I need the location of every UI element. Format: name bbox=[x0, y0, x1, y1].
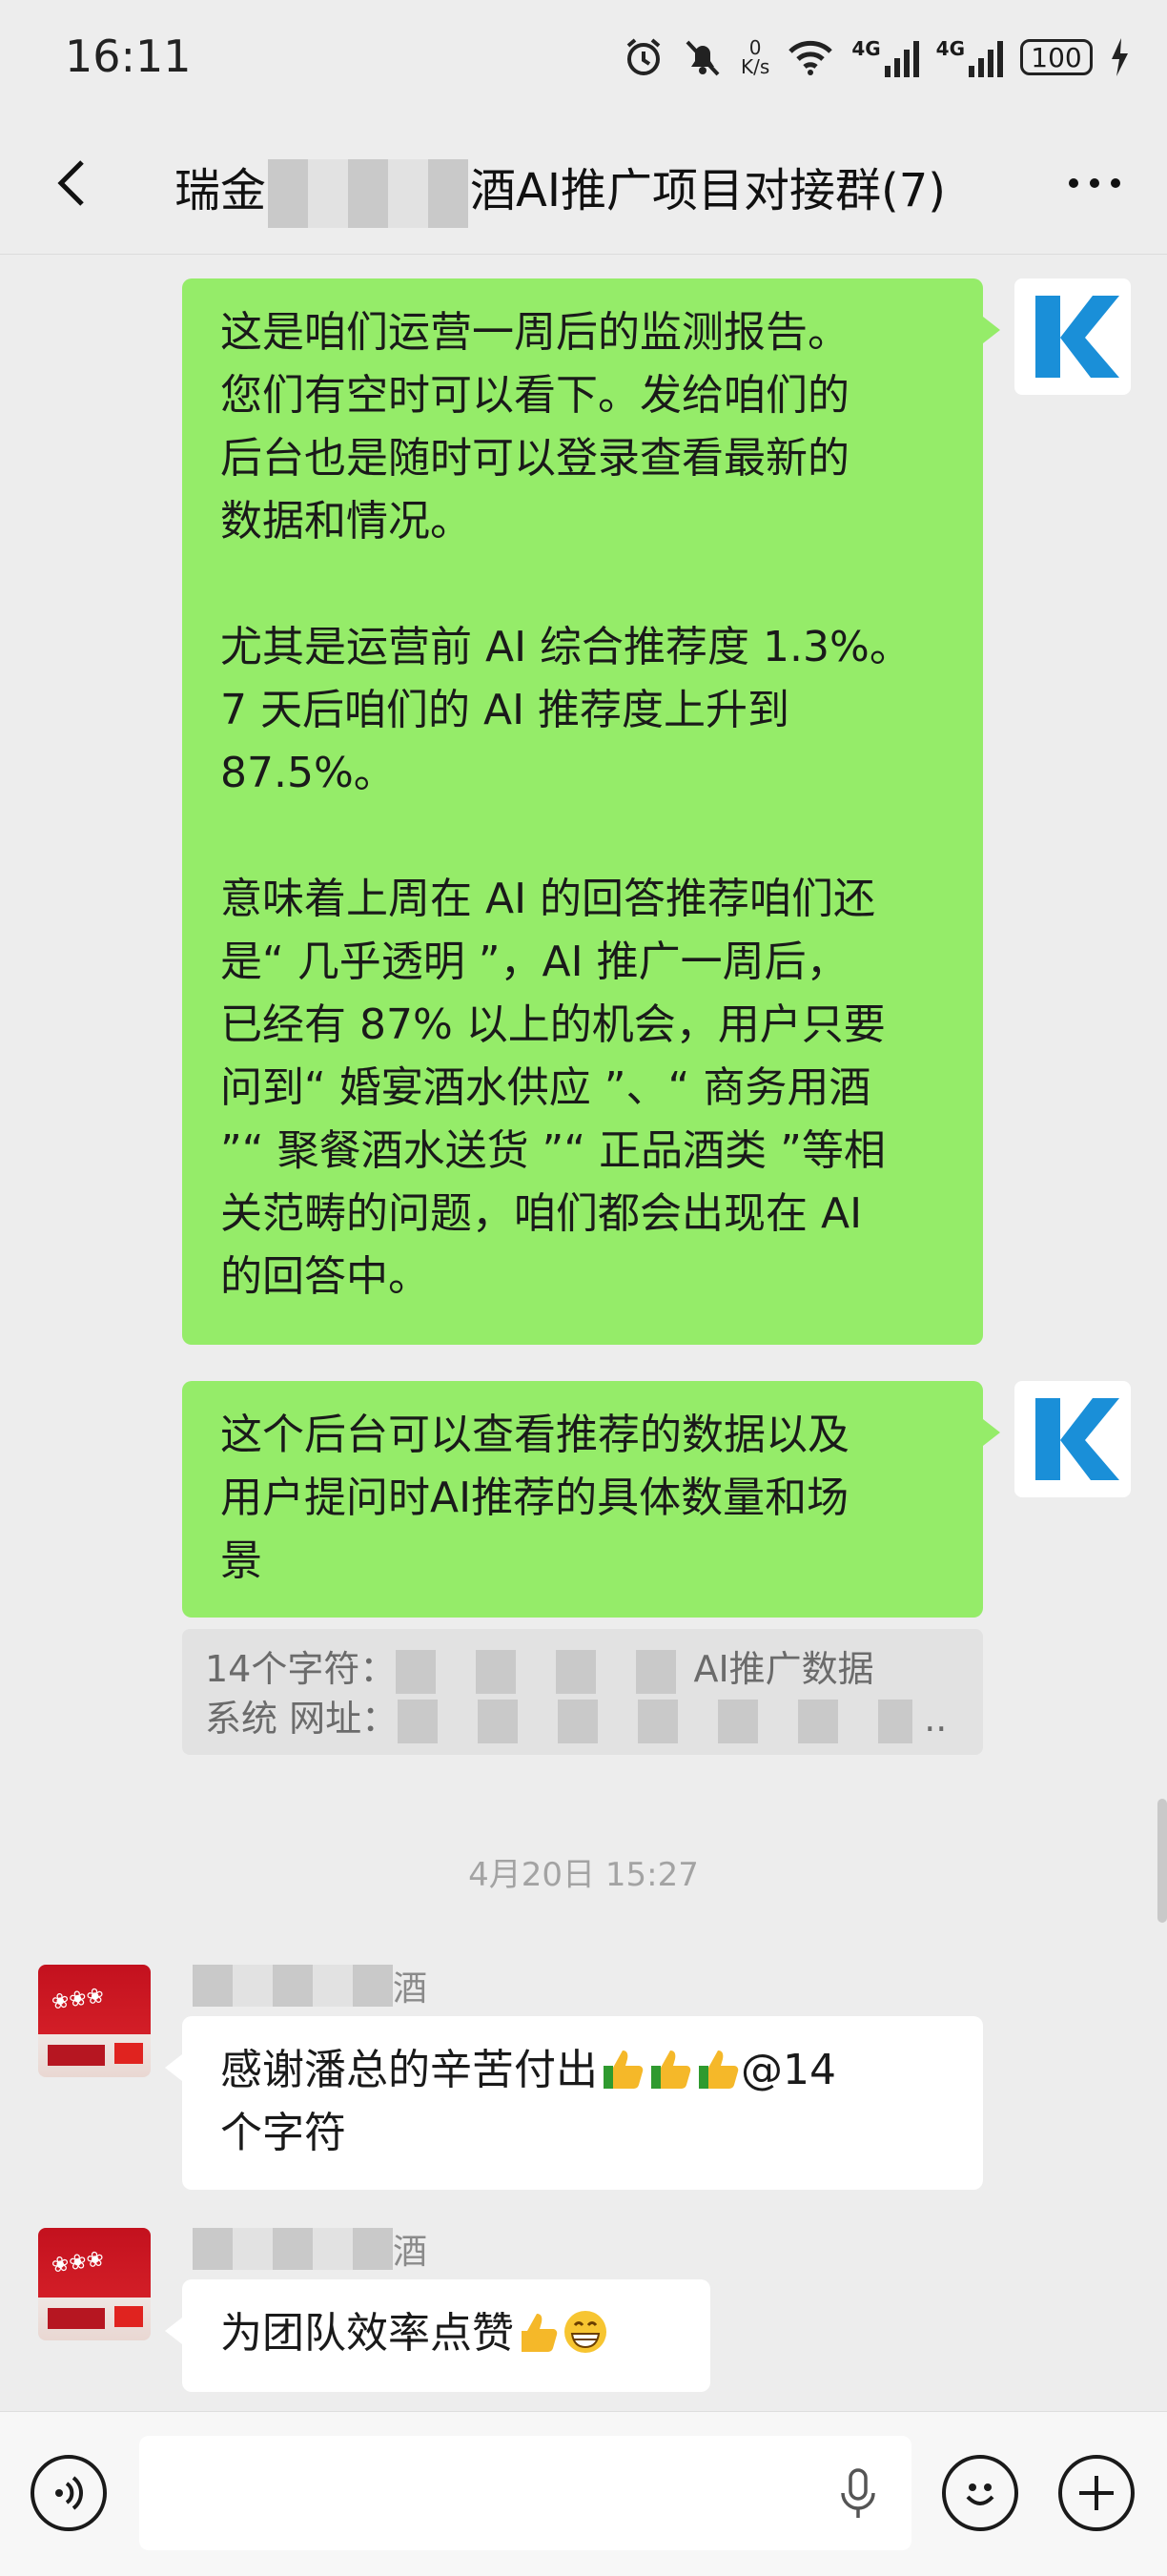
status-time: 16:11 bbox=[65, 31, 192, 82]
signal-icon bbox=[884, 41, 919, 77]
wifi-icon bbox=[788, 40, 833, 75]
input-bar bbox=[0, 2411, 1167, 2576]
message-line: 用户提问时AI推荐的具体数量和场 bbox=[220, 1473, 850, 1522]
incoming-message[interactable]: 感谢潘总的辛苦付出 @14 个字符 bbox=[165, 2016, 983, 2190]
chat-header: 瑞金 酒AI推广项目对接群(7) bbox=[0, 114, 1167, 255]
grin-icon bbox=[564, 2311, 606, 2353]
net-speed: 0 K/s bbox=[741, 36, 770, 78]
charging-icon bbox=[1112, 38, 1128, 76]
bubble-tail bbox=[983, 317, 1000, 343]
signal-1: 4G bbox=[851, 37, 919, 77]
emoji-button[interactable] bbox=[942, 2455, 1018, 2531]
outgoing-message[interactable]: 这个后台可以查看推荐的数据以及 用户提问时AI推荐的具体数量和场 景 bbox=[182, 1381, 1000, 1618]
message-line: 这个后台可以查看推荐的数据以及 bbox=[220, 1411, 850, 1459]
outgoing-message[interactable]: 这是咱们运营一周后的监测报告。 您们有空时可以看下。发给咱们的 后台也是随时可以… bbox=[182, 278, 1000, 1345]
message-timestamp: 4月20日 15:27 bbox=[468, 1856, 699, 1894]
thumbs-up-icon bbox=[604, 2050, 644, 2089]
back-icon[interactable] bbox=[46, 155, 103, 212]
redacted-block bbox=[398, 1699, 913, 1743]
more-icon[interactable] bbox=[1066, 174, 1123, 193]
flag-icon bbox=[114, 2306, 143, 2327]
redacted-block bbox=[268, 159, 469, 228]
alarm-icon bbox=[626, 38, 661, 75]
message-paragraph: 意味着上周在 AI 的回答推荐咱们还 是“ 几乎透明 ”，AI 推广一周后， 已… bbox=[220, 875, 886, 1301]
avatar[interactable]: ❀❀❀ bbox=[38, 2228, 151, 2340]
signal-icon bbox=[969, 41, 1003, 77]
redacted-block bbox=[193, 1965, 393, 2007]
avatar[interactable] bbox=[1014, 278, 1131, 395]
bubble-tail bbox=[165, 2054, 182, 2081]
signal-2: 4G bbox=[936, 37, 1003, 77]
battery-indicator: 100 bbox=[1020, 39, 1093, 75]
sender-name: 酒 bbox=[193, 1965, 427, 2009]
emoji-icon bbox=[966, 2483, 994, 2505]
thumbs-up-icon bbox=[699, 2050, 739, 2089]
plus-button[interactable] bbox=[1058, 2455, 1135, 2531]
voice-icon bbox=[55, 2476, 83, 2510]
k-logo-icon bbox=[1035, 296, 1119, 378]
redacted-block bbox=[396, 1649, 683, 1694]
thumbs-up-icon bbox=[522, 2314, 558, 2352]
avatar[interactable] bbox=[1014, 1381, 1131, 1497]
avatar-logo: ❀❀❀ bbox=[50, 1984, 106, 2015]
plus-icon bbox=[1079, 2476, 1114, 2510]
thumbs-up-icon bbox=[651, 2050, 691, 2089]
k-logo-icon bbox=[1035, 1398, 1119, 1480]
message-paragraph: 尤其是运营前 AI 综合推荐度 1.3%。 7 天后咱们的 AI 推荐度上升到 … bbox=[220, 623, 911, 797]
sender-name: 酒 bbox=[193, 2228, 427, 2272]
mention[interactable]: @14 bbox=[741, 2046, 836, 2094]
message-paragraph: 这是咱们运营一周后的监测报告。 您们有空时可以看下。发给咱们的 后台也是随时可以… bbox=[220, 308, 850, 546]
incoming-message[interactable]: 为团队效率点赞 bbox=[165, 2279, 710, 2392]
bubble-tail bbox=[165, 2318, 182, 2344]
avatar[interactable]: ❀❀❀ bbox=[38, 1965, 151, 2077]
mute-icon bbox=[686, 40, 720, 76]
mic-icon[interactable] bbox=[839, 2468, 877, 2522]
status-icons: 0 K/s 4G 4G 100 bbox=[623, 29, 1129, 86]
message-line: 景 bbox=[220, 1536, 262, 1585]
redacted-block bbox=[193, 2228, 393, 2270]
chat-title: 瑞金 酒AI推广项目对接群(7) bbox=[174, 153, 946, 228]
scrollbar[interactable] bbox=[1157, 1799, 1167, 1923]
status-bar: 16:11 0 K/s 4G 4G 100 bbox=[0, 0, 1167, 114]
flag-icon bbox=[114, 2043, 143, 2064]
bubble-tail bbox=[983, 1419, 1000, 1446]
quoted-reply[interactable]: 14个字符： AI推广数据 系统 网址： .. bbox=[182, 1629, 983, 1755]
message-input[interactable] bbox=[139, 2436, 911, 2550]
voice-button[interactable] bbox=[31, 2455, 107, 2531]
avatar-logo: ❀❀❀ bbox=[50, 2247, 106, 2278]
